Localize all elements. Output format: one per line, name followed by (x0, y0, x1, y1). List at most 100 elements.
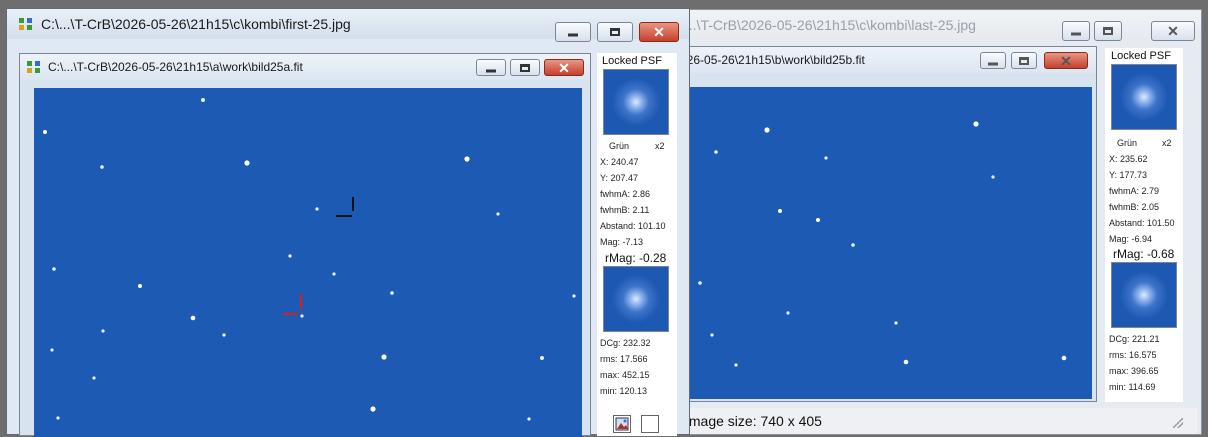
star (991, 175, 995, 179)
star (734, 363, 738, 367)
minimize-icon (486, 69, 496, 72)
maximize-icon (1019, 56, 1029, 65)
star (464, 156, 470, 162)
psf-zoom: x2 (1162, 138, 1172, 148)
front-inner-window[interactable]: C:\...\T-CrB\2026-05-26\21h15\a\work\bil… (19, 53, 591, 437)
star (52, 267, 56, 271)
front-close-button[interactable]: ✕ (639, 22, 679, 42)
psf-y: Y: 177.73 (1109, 170, 1148, 180)
star (201, 98, 205, 102)
star (698, 281, 702, 285)
resize-grip-icon[interactable] (1173, 418, 1183, 428)
back-minimize-button[interactable] (1062, 21, 1090, 41)
star (101, 329, 105, 333)
star (300, 314, 304, 318)
psf-fwhm-b: fwhmB: 2.11 (600, 205, 650, 215)
front-inner-minimize-button[interactable] (476, 59, 506, 76)
minimize-icon (1071, 32, 1081, 36)
psf-thumbnail-2 (1111, 262, 1177, 328)
maximize-icon (520, 63, 530, 72)
star (903, 359, 909, 365)
psf-x: X: 240.47 (600, 157, 639, 167)
star (50, 348, 54, 352)
psf-dcg: DCg: 221.21 (1109, 334, 1160, 344)
star (381, 354, 387, 360)
star (190, 315, 196, 321)
psf-fwhm-b: fwhmB: 2.05 (1109, 202, 1160, 212)
psf-channel: Grün (1117, 138, 1138, 148)
front-inner-maximize-button[interactable] (510, 59, 540, 76)
psf-thumbnail (603, 69, 669, 135)
back-inner-close-button[interactable]: ✕ (1044, 52, 1088, 69)
image-toggle-button[interactable] (613, 415, 631, 433)
star (1061, 355, 1067, 361)
front-inner-title: C:\...\T-CrB\2026-05-26\21h15\a\work\bil… (48, 60, 303, 74)
app-icon (27, 61, 40, 73)
back-star-field (698, 121, 1067, 367)
close-icon: ✕ (558, 59, 570, 76)
back-window[interactable]: C:\...\T-CrB\2026-05-26\21h15\c\kombi\la… (610, 9, 1202, 435)
star (816, 218, 820, 222)
star (222, 333, 226, 337)
psf-thumbnail (1111, 64, 1177, 130)
back-inner-maximize-button[interactable] (1011, 52, 1037, 69)
psf-max: max: 396.65 (1109, 366, 1159, 376)
star (786, 311, 790, 315)
psf-dcg: DCg: 232.32 (600, 338, 651, 348)
minimize-icon (568, 33, 578, 37)
minimize-icon (988, 62, 998, 65)
star (332, 272, 336, 276)
psf-zoom: x2 (655, 141, 665, 151)
star (714, 150, 718, 154)
back-close-button[interactable]: ✕ (1151, 21, 1195, 41)
image-toggle-icon (615, 417, 629, 431)
star (824, 156, 828, 160)
psf-abstand: Abstand: 101.10 (600, 221, 666, 231)
psf-rmag: rMag: -0.28 (605, 251, 667, 265)
psf-title: Locked PSF (1111, 50, 1171, 62)
front-minimize-button[interactable] (555, 22, 591, 42)
back-inner-minimize-button[interactable] (980, 52, 1006, 69)
front-window[interactable]: C:\...\T-CrB\2026-05-26\21h15\c\kombi\fi… (6, 8, 690, 437)
psf-fwhm-a: fwhmA: 2.79 (1109, 186, 1160, 196)
star (92, 376, 96, 380)
back-status-bar: Image size: 740 x 405 (677, 408, 1197, 434)
psf-rms: rms: 17.566 (600, 354, 648, 364)
star (540, 356, 544, 360)
psf-thumbnail-2 (603, 266, 669, 332)
front-inner-titlebar[interactable]: C:\...\T-CrB\2026-05-26\21h15\a\work\bil… (20, 54, 590, 80)
front-window-titlebar[interactable]: C:\...\T-CrB\2026-05-26\21h15\c\kombi\fi… (7, 9, 689, 42)
star (390, 291, 394, 295)
psf-max: max: 452.15 (600, 370, 650, 380)
back-window-titlebar[interactable]: C:\...\T-CrB\2026-05-26\21h15\c\kombi\la… (667, 10, 1201, 41)
psf-fwhm-a: fwhmA: 2.86 (600, 189, 651, 199)
star (710, 333, 714, 337)
psf-mag: Mag: -6.94 (1109, 234, 1153, 244)
front-star-field-image[interactable] (34, 88, 582, 437)
app-icon (19, 18, 32, 30)
image-size-status: Image size: 740 x 405 (685, 413, 822, 429)
star (43, 130, 47, 134)
front-inner-close-button[interactable]: ✕ (544, 59, 584, 76)
checkbox-icon[interactable] (641, 415, 659, 433)
psf-title: Locked PSF (602, 55, 662, 67)
star (973, 121, 979, 127)
psf-min: min: 114.69 (1109, 382, 1156, 392)
front-psf-panel: Locked PSF Grün x2 X: 240.47 Y: 207.47 f… (597, 53, 677, 436)
star (778, 209, 782, 213)
star (894, 321, 898, 325)
star (527, 417, 531, 421)
back-inner-window[interactable]: C:\...\T-CrB\2026-05-26\21h15\b\work\bil… (610, 46, 1097, 402)
star (851, 243, 855, 247)
front-window-title: C:\...\T-CrB\2026-05-26\21h15\c\kombi\fi… (41, 16, 351, 32)
star (764, 127, 770, 133)
front-maximize-button[interactable] (597, 22, 633, 42)
back-maximize-button[interactable] (1094, 21, 1122, 41)
back-inner-titlebar[interactable]: C:\...\T-CrB\2026-05-26\21h15\b\work\bil… (610, 47, 1096, 73)
back-star-field-image[interactable] (688, 87, 1092, 399)
psf-x: X: 235.62 (1109, 154, 1148, 164)
psf-abstand: Abstand: 101.50 (1109, 218, 1175, 228)
psf-rms: rms: 16.575 (1109, 350, 1157, 360)
psf-channel: Grün (609, 141, 630, 151)
close-icon: ✕ (1167, 23, 1179, 39)
